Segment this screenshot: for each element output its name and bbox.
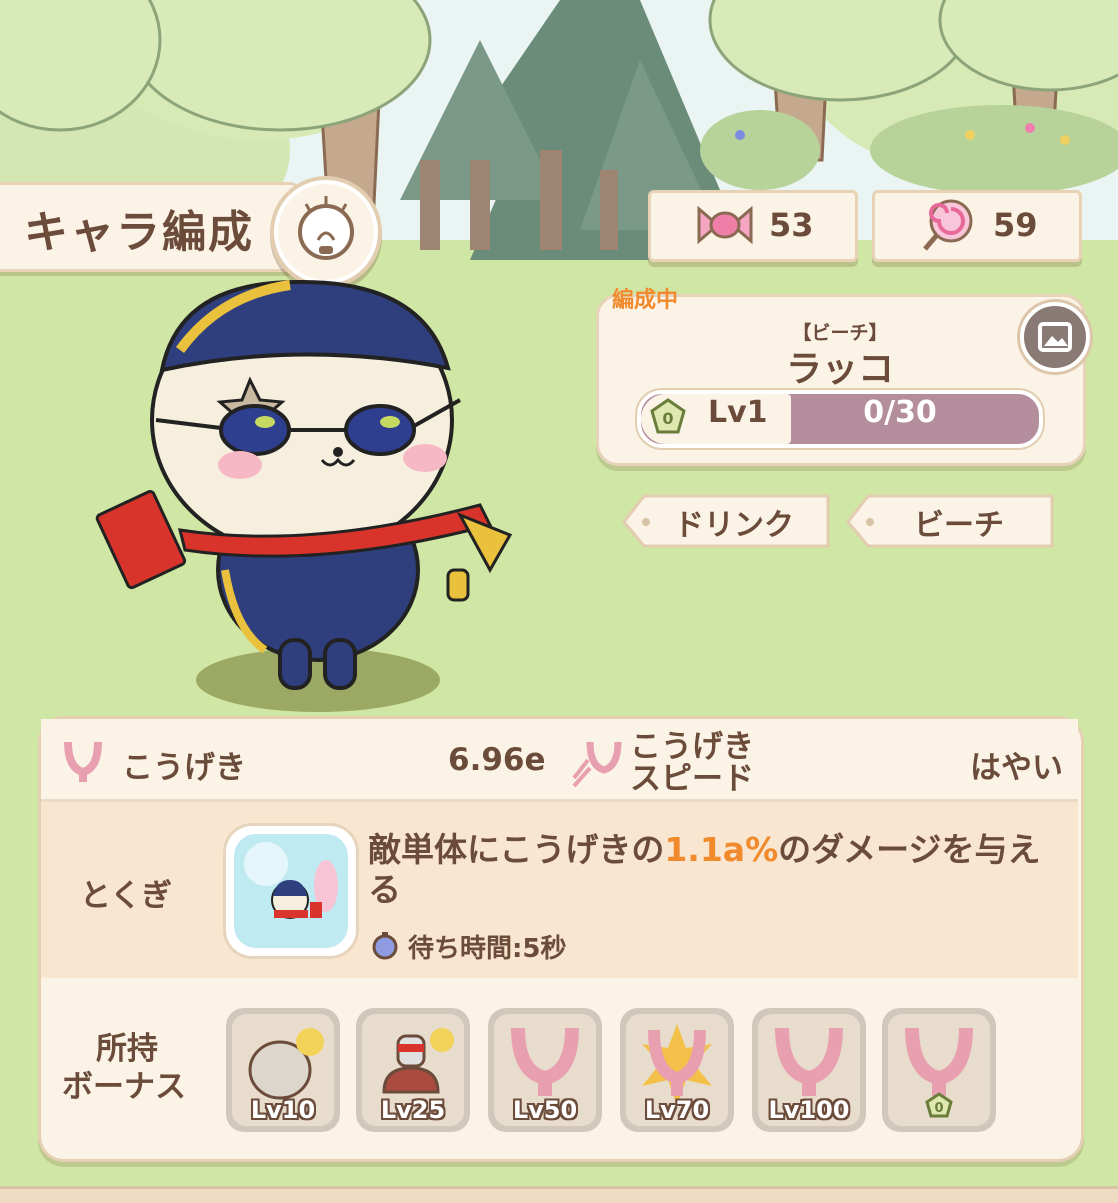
candy-icon bbox=[697, 205, 753, 245]
bonus-item[interactable]: Lv10 bbox=[226, 1008, 340, 1132]
skill-desc-highlight: 1.1a% bbox=[664, 830, 779, 869]
bonus-item[interactable]: 0 bbox=[882, 1008, 996, 1132]
lollipop-icon bbox=[923, 199, 973, 251]
lightbulb-icon bbox=[298, 196, 354, 260]
tag-beach[interactable]: ビーチ bbox=[846, 494, 1056, 550]
photo-button[interactable] bbox=[1020, 302, 1090, 372]
exp-text: 0/30 bbox=[863, 395, 937, 430]
picture-icon bbox=[1038, 322, 1072, 352]
bonus-item[interactable]: Lv25 bbox=[356, 1008, 470, 1132]
bonus-level: Lv100 bbox=[768, 1096, 850, 1124]
bonus-rank-value: 0 bbox=[934, 1101, 943, 1116]
bonus-level: Lv70 bbox=[644, 1096, 710, 1124]
candy-count: 53 bbox=[769, 206, 814, 244]
bonus-level: Lv50 bbox=[512, 1096, 578, 1124]
tag-beach-label: ビーチ bbox=[914, 508, 1004, 543]
bonus-level: Lv10 bbox=[250, 1096, 316, 1124]
speed-value: はやい bbox=[970, 750, 1063, 786]
bonus-label-line2: ボーナス bbox=[62, 1069, 186, 1105]
bonus-item[interactable]: Lv50 bbox=[488, 1008, 602, 1132]
rank-badge-value: 0 bbox=[662, 409, 673, 428]
status-label: 編成中 bbox=[612, 288, 679, 313]
tag-drink-label: ドリンク bbox=[674, 508, 794, 543]
hint-button[interactable] bbox=[274, 180, 378, 284]
lollipop-counter: 59 bbox=[872, 190, 1082, 262]
bonus-item[interactable]: Lv70 bbox=[620, 1008, 734, 1132]
bonus-level: Lv25 bbox=[380, 1096, 446, 1124]
attack-speed-icon bbox=[572, 741, 622, 788]
skill-icon-frame[interactable] bbox=[226, 826, 356, 956]
skill-cooldown: 待ち時間:5秒 bbox=[408, 934, 567, 964]
timer-icon bbox=[372, 932, 398, 960]
skill-description: 敵単体にこうげきの1.1a%のダメージを与える bbox=[368, 830, 1048, 910]
attack-icon bbox=[64, 741, 102, 782]
speed-label-line1: こうげき bbox=[630, 729, 754, 765]
tag-drink[interactable]: ドリンク bbox=[622, 494, 832, 550]
bonus-item[interactable]: Lv100 bbox=[752, 1008, 866, 1132]
lollipop-count: 59 bbox=[993, 206, 1038, 244]
character-name: ラッコ bbox=[785, 349, 894, 390]
skill-label: とくぎ bbox=[80, 878, 173, 914]
bonus-label-line1: 所持 bbox=[96, 1031, 158, 1067]
attack-label: こうげき bbox=[122, 750, 246, 786]
level-text: Lv1 bbox=[708, 395, 768, 430]
character-sprite bbox=[95, 279, 513, 690]
attack-value: 6.96e bbox=[448, 742, 546, 778]
speed-label-line2: スピード bbox=[630, 761, 754, 797]
attack-bonus-icon: 0 bbox=[905, 1027, 973, 1118]
page-title: キャラ編成 bbox=[24, 207, 254, 258]
skill-bubble-icon bbox=[234, 834, 348, 948]
footer-strip bbox=[0, 1186, 1118, 1203]
candy-counter: 53 bbox=[648, 190, 858, 262]
skill-desc-prefix: 敵単体にこうげきの bbox=[368, 830, 665, 869]
bonus-item-inner: 0 bbox=[888, 1014, 990, 1126]
rank-badge-icon: 0 bbox=[650, 398, 686, 434]
